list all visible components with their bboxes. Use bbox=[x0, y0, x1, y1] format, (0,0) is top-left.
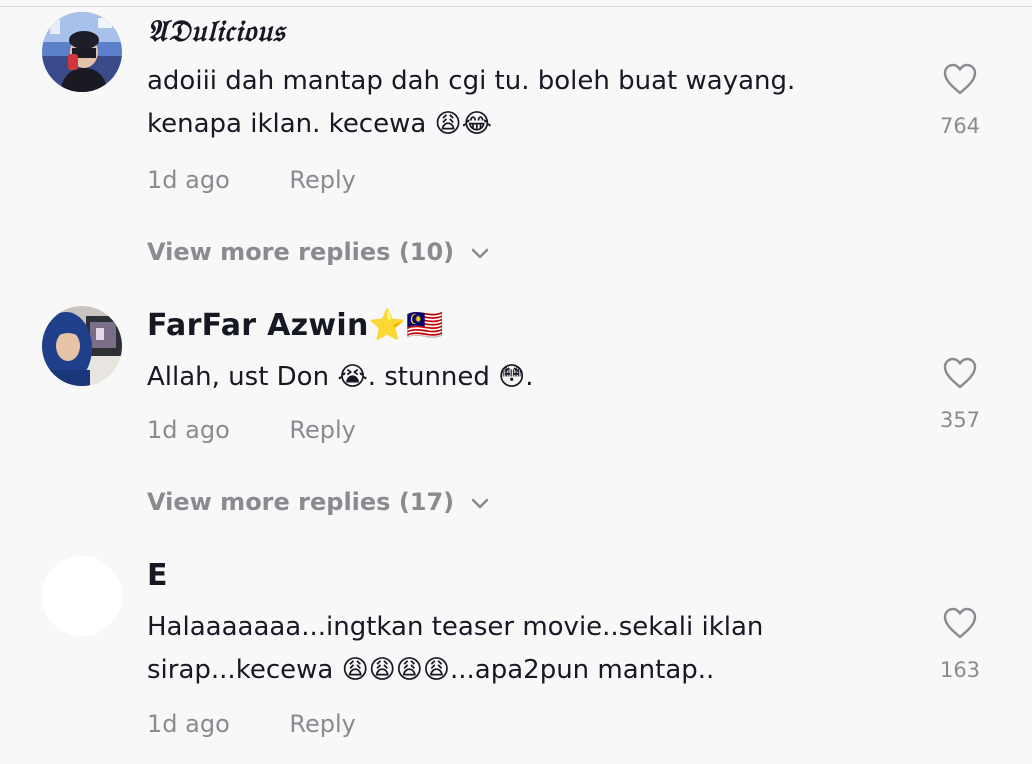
avatar[interactable] bbox=[42, 12, 122, 92]
chevron-down-icon bbox=[470, 239, 490, 267]
comment-author[interactable]: FarFar Azwin⭐🇲🇾 bbox=[147, 308, 444, 343]
comment-text: Halaaaaaaa...ingtkan teaser movie..sekal… bbox=[147, 606, 887, 692]
comment-author[interactable]: 𝔄𝔇𝔲𝔩𝔦𝔠𝔦𝔬𝔲𝔰 bbox=[147, 14, 285, 49]
reply-button[interactable]: Reply bbox=[289, 166, 355, 194]
comment-text-line: sirap...kecewa 😩😩😩😩...apa2pun mantap.. bbox=[147, 655, 715, 685]
comment-author[interactable]: E bbox=[147, 558, 168, 593]
heart-outline-icon[interactable] bbox=[930, 606, 990, 644]
view-more-label: View more replies (17) bbox=[147, 488, 455, 516]
avatar[interactable] bbox=[42, 306, 122, 386]
reply-button[interactable]: Reply bbox=[289, 710, 355, 738]
comments-panel: 𝔄𝔇𝔲𝔩𝔦𝔠𝔦𝔬𝔲𝔰 adoiii dah mantap dah cgi tu.… bbox=[0, 0, 1032, 764]
comment-text-line: kenapa iklan. kecewa 😩😂 bbox=[147, 109, 493, 139]
view-more-label: View more replies (10) bbox=[147, 238, 455, 266]
comment-timestamp: 1d ago bbox=[147, 166, 230, 194]
avatar[interactable] bbox=[42, 556, 122, 636]
like-control: 163 bbox=[930, 606, 990, 682]
comment-text-line: Halaaaaaaa...ingtkan teaser movie..sekal… bbox=[147, 612, 764, 642]
like-control: 357 bbox=[930, 356, 990, 432]
comment-meta: 1d ago Reply bbox=[147, 166, 356, 194]
heart-outline-icon[interactable] bbox=[930, 356, 990, 394]
chevron-down-icon bbox=[470, 489, 490, 517]
comment-meta: 1d ago Reply bbox=[147, 710, 356, 738]
view-more-replies-button[interactable]: View more replies (10) bbox=[147, 238, 490, 267]
like-count: 764 bbox=[939, 114, 981, 138]
comment-text-line: adoiii dah mantap dah cgi tu. boleh buat… bbox=[147, 66, 796, 96]
top-divider bbox=[0, 0, 1032, 7]
reply-button[interactable]: Reply bbox=[289, 416, 355, 444]
like-control: 764 bbox=[930, 62, 990, 138]
comment-timestamp: 1d ago bbox=[147, 416, 230, 444]
comment-meta: 1d ago Reply bbox=[147, 416, 356, 444]
comment-text: adoiii dah mantap dah cgi tu. boleh buat… bbox=[147, 60, 887, 146]
comment-text-line: Allah, ust Don 😭. stunned 😳. bbox=[147, 362, 534, 392]
like-count: 163 bbox=[939, 658, 981, 682]
comment-text: Allah, ust Don 😭. stunned 😳. bbox=[147, 356, 887, 399]
heart-outline-icon[interactable] bbox=[930, 62, 990, 100]
like-count: 357 bbox=[939, 408, 981, 432]
view-more-replies-button[interactable]: View more replies (17) bbox=[147, 488, 490, 517]
comment-timestamp: 1d ago bbox=[147, 710, 230, 738]
